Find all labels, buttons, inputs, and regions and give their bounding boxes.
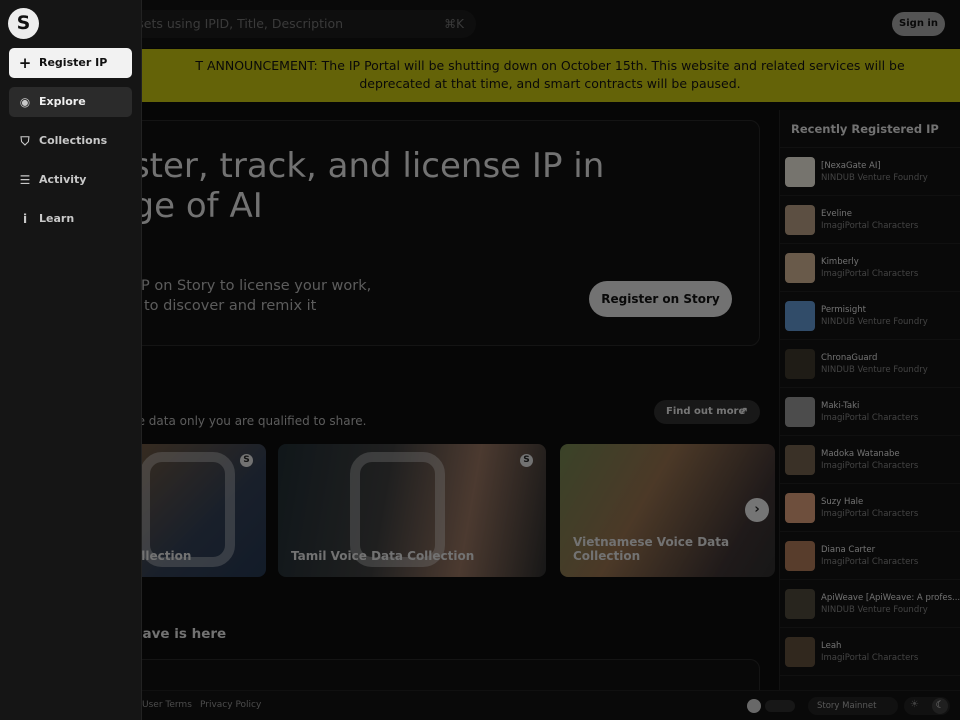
list-icon: ☰ xyxy=(19,173,31,187)
sidebar-item-explore[interactable]: ◉ Explore xyxy=(9,87,132,117)
story-logo-icon[interactable]: S xyxy=(8,8,39,39)
compass-icon: ◉ xyxy=(19,95,31,109)
collections-icon: ⛉ xyxy=(20,134,30,148)
sidebar-item-activity[interactable]: ☰ Activity xyxy=(9,165,132,195)
sidebar-item-label: Explore xyxy=(39,95,86,108)
sidebar-item-label: Activity xyxy=(39,173,87,186)
sidebar: S + Register IP ◉ Explore ⛉ Collections … xyxy=(0,0,142,720)
info-icon: i xyxy=(22,212,28,226)
sidebar-item-learn[interactable]: i Learn xyxy=(9,204,132,234)
sidebar-item-label: Register IP xyxy=(39,56,108,69)
sidebar-item-label: Collections xyxy=(39,134,108,147)
sidebar-item-label: Learn xyxy=(39,212,75,225)
sidebar-item-collections[interactable]: ⛉ Collections xyxy=(9,126,132,156)
sidebar-item-register-ip[interactable]: + Register IP xyxy=(9,48,132,78)
modal-overlay[interactable] xyxy=(0,0,960,720)
plus-icon: + xyxy=(18,54,32,72)
